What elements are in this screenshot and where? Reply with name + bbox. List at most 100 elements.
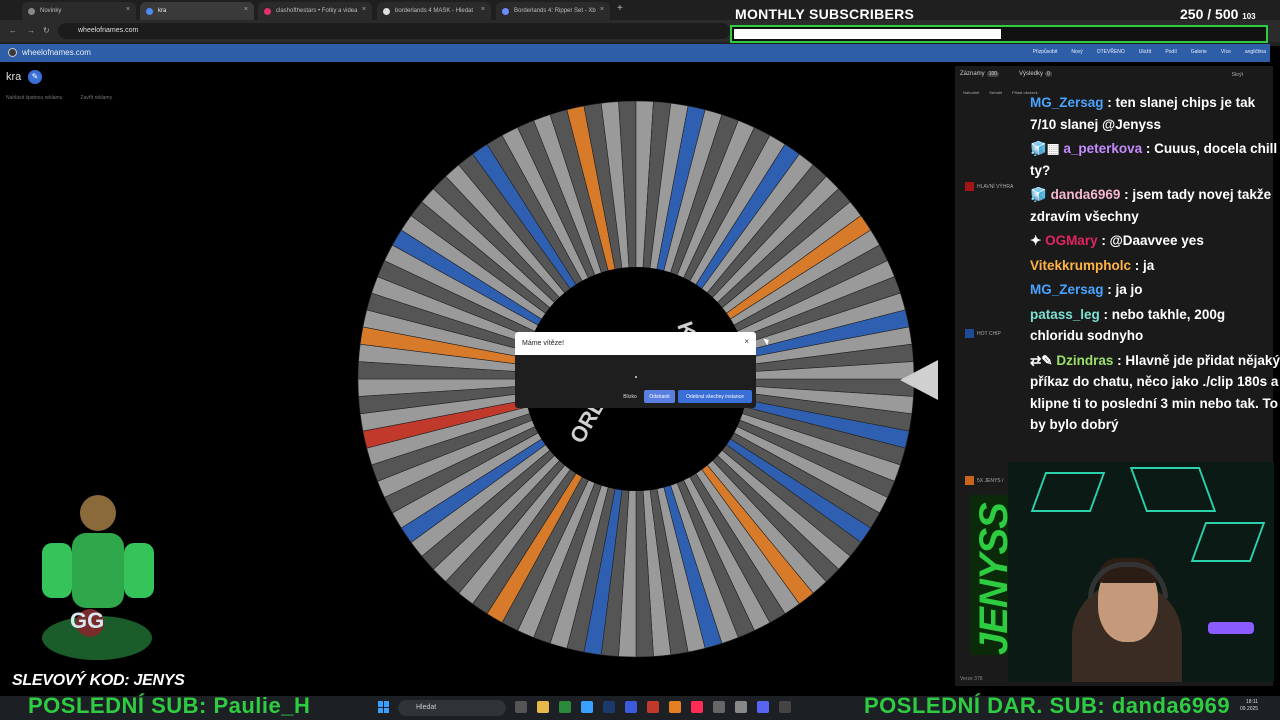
close-button[interactable]: Blízko: [619, 390, 641, 403]
entry-item[interactable]: HOT CHIP: [965, 329, 1001, 338]
site-name[interactable]: wheelofnames.com: [22, 48, 91, 57]
edge-icon[interactable]: [581, 701, 593, 713]
chat-badge-icon: 🧊▦: [1030, 141, 1064, 156]
task-view-icon[interactable]: [515, 701, 527, 713]
tab-entries[interactable]: Záznamy 100: [960, 71, 1000, 77]
app-icon[interactable]: [779, 701, 791, 713]
close-icon[interactable]: ×: [744, 337, 749, 346]
entry-color-swatch: [965, 182, 974, 191]
chat-username: Vitekkrumpholc: [1030, 257, 1132, 273]
subscriber-progress-fill: [734, 29, 1001, 39]
entry-label: HOT CHIP: [977, 330, 1001, 337]
chat-text: : ja: [1131, 257, 1155, 273]
chat-text: : @Daavvee yes: [1097, 233, 1204, 248]
url-field[interactable]: wheelofnames.com: [58, 23, 730, 39]
hide-panel-button[interactable]: Skrýt: [1232, 72, 1243, 78]
windows-start-icon[interactable]: [378, 701, 390, 713]
reload-icon[interactable]: ↻: [43, 26, 50, 35]
close-icon[interactable]: ×: [244, 6, 248, 13]
back-icon[interactable]: ←: [9, 26, 17, 35]
instagram-icon: [264, 7, 271, 15]
menu-new[interactable]: Nový: [1071, 49, 1082, 55]
close-icon[interactable]: ×: [362, 6, 366, 13]
svg-text:GG: GG: [70, 608, 104, 633]
chat-message: ✦ OGMary : @Daavvee yes: [1030, 230, 1280, 252]
chat-badge-icon: ⇄✎: [1030, 352, 1057, 368]
subs-extra: 103: [1242, 12, 1256, 21]
chat-username: Dzindras: [1056, 352, 1114, 368]
forward-icon[interactable]: →: [27, 26, 35, 35]
remove-all-instances-button[interactable]: Odebrat všechny instance: [678, 390, 752, 403]
shuffle-button[interactable]: Náhodně: [963, 90, 979, 95]
wheel-title: kra: [6, 71, 22, 83]
promo-code: SLEVOVÝ KOD: JENYS: [12, 672, 185, 690]
subscriber-count: 250 / 500 103: [1180, 6, 1256, 22]
app-icon[interactable]: [669, 701, 681, 713]
panel-toolbar: Náhodně Seřadit Přidat obrázek: [963, 90, 1038, 95]
chat-username: danda6969: [1050, 187, 1121, 202]
google-icon: [383, 7, 390, 15]
dialog-title: Máme vítěze!: [522, 340, 565, 347]
chat-username: a_peterkova: [1063, 141, 1143, 156]
steam-icon[interactable]: [603, 701, 615, 713]
menu-share[interactable]: Podíl: [1165, 49, 1176, 55]
entry-color-swatch: [965, 476, 974, 485]
last-gift-sub-ticker: POSLEDNÍ DAR. SUB: danda6969: [864, 693, 1231, 718]
report-ad-link[interactable]: Nahlásit špatnou reklamu: [6, 95, 62, 101]
browser-tab-bar: Novinky × kra × clashofthestars • Fotky …: [0, 0, 1280, 20]
chat-message: 🧊▦ a_peterkova : Cuuus, docela chill ty?: [1030, 138, 1280, 181]
file-explorer-icon[interactable]: [537, 701, 549, 713]
chat-message: 🧊 danda6969 : jsem tady novej takže zdra…: [1030, 184, 1280, 227]
clock-date: 09.2025: [1240, 706, 1259, 712]
new-tab-icon[interactable]: +: [617, 3, 623, 14]
close-icon[interactable]: ×: [126, 6, 130, 13]
chat-badge-icon: ✦: [1030, 233, 1046, 248]
chat-username: OGMary: [1045, 233, 1098, 248]
taskbar-search[interactable]: Hledat: [398, 700, 506, 716]
entry-label: 5X JENYS /: [977, 477, 1004, 484]
tab-kra[interactable]: kra ×: [140, 2, 254, 20]
menu-open[interactable]: OTEVŘENO: [1097, 49, 1125, 55]
menu-more[interactable]: Více: [1221, 49, 1231, 55]
ad-links: Nahlásit špatnou reklamu Zavřít reklamy: [6, 95, 112, 101]
app-icon[interactable]: [625, 701, 637, 713]
menu-language[interactable]: angličtina: [1245, 49, 1266, 55]
menu-gallery[interactable]: Galerie: [1191, 49, 1207, 55]
xbox-icon[interactable]: [559, 701, 571, 713]
close-icon[interactable]: ×: [481, 6, 485, 13]
wheel-pointer-icon: [900, 360, 938, 400]
discord-icon[interactable]: [757, 701, 769, 713]
promo-label: SLEVOVÝ KOD:: [12, 672, 130, 689]
app-icon[interactable]: [713, 701, 725, 713]
tab-novinky[interactable]: Novinky ×: [22, 2, 136, 20]
tab-borderlands-ripper[interactable]: Borderlands 4: Ripper Set - Xb ×: [496, 2, 610, 20]
chat-message: MG_Zersag : ja jo: [1030, 279, 1280, 301]
tab-instagram[interactable]: clashofthestars • Fotky a videa ×: [258, 2, 372, 20]
menu-save[interactable]: Uložit: [1139, 49, 1152, 55]
edit-title-button[interactable]: ✎: [28, 70, 42, 84]
remove-button[interactable]: Odstranit: [644, 390, 675, 403]
entry-item[interactable]: 5X JENYS /: [965, 476, 1003, 485]
chat-message: MG_Zersag : ten slanej chips je tak 7/10…: [1030, 92, 1280, 135]
neon-hex-decoration: [1030, 472, 1106, 512]
promo-code-value: JENYS: [133, 672, 185, 689]
tab-results[interactable]: Výsledky 0: [1019, 71, 1052, 77]
menu-customize[interactable]: Přizpůsobit: [1033, 49, 1058, 55]
tab-borderlands-mask[interactable]: borderlands 4 MASK - Hledat ×: [377, 2, 491, 20]
rgb-light: [1208, 622, 1254, 634]
chat-overlay: MG_Zersag : ten slanej chips je tak 7/10…: [1030, 92, 1280, 439]
page-icon: [502, 7, 509, 15]
app-icon[interactable]: [735, 701, 747, 713]
mascot-logo-icon: GG: [42, 495, 154, 660]
taskbar-clock: 18:11 09.2025: [1240, 699, 1258, 713]
site-menu: Přizpůsobit Nový OTEVŘENO Uložit Podíl G…: [1033, 49, 1266, 55]
close-icon[interactable]: ×: [600, 6, 604, 13]
neon-hex-decoration: [1190, 522, 1266, 562]
app-icon[interactable]: [647, 701, 659, 713]
close-ads-link[interactable]: Zavřít reklamy: [80, 95, 112, 101]
chat-badge-icon: 🧊: [1030, 187, 1051, 202]
entry-item[interactable]: HLAVNÍ VÝHRA: [965, 182, 1013, 191]
music-icon[interactable]: [691, 701, 703, 713]
sort-button[interactable]: Seřadit: [989, 90, 1002, 95]
winner-name-placeholder: [635, 376, 637, 378]
